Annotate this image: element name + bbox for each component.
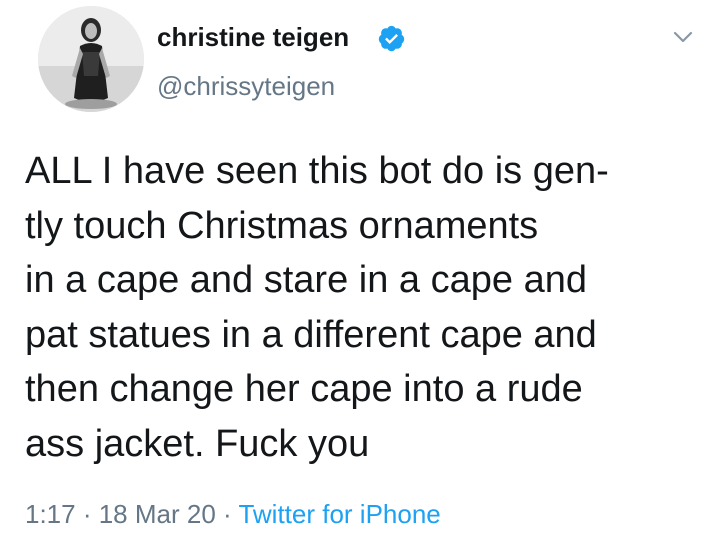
verified-badge-icon [378,25,405,52]
tweet-metadata: 1:17 · 18 Mar 20 · Twitter for iPhone [25,499,441,530]
author-display-name[interactable]: christine teigen [157,22,349,53]
avatar[interactable] [38,6,144,112]
tweet-line: in a cape and stare in a cape and [25,259,587,301]
chevron-down-icon[interactable] [672,26,694,48]
tweet-date[interactable]: 18 Mar 20 [99,499,216,529]
tweet-line: ALL I have seen this bot do is gen- [25,150,609,192]
tweet-line: ass jacket. Fuck you [25,422,370,465]
tweet-line: then change her cape into a rude [25,368,583,410]
meta-separator: · [75,499,99,529]
meta-separator: · [215,499,239,529]
tweet-line: tly touch Christmas ornaments [25,204,539,247]
avatar-photo [38,6,144,112]
tweet-time[interactable]: 1:17 [25,499,76,529]
author-handle[interactable]: @chrissyteigen [157,71,335,102]
tweet-source-link[interactable]: Twitter for iPhone [238,499,440,529]
tweet-line: pat statues in a different cape and [25,313,597,356]
tweet-text: ALL I have seen this bot do is gen- tly … [25,144,715,471]
